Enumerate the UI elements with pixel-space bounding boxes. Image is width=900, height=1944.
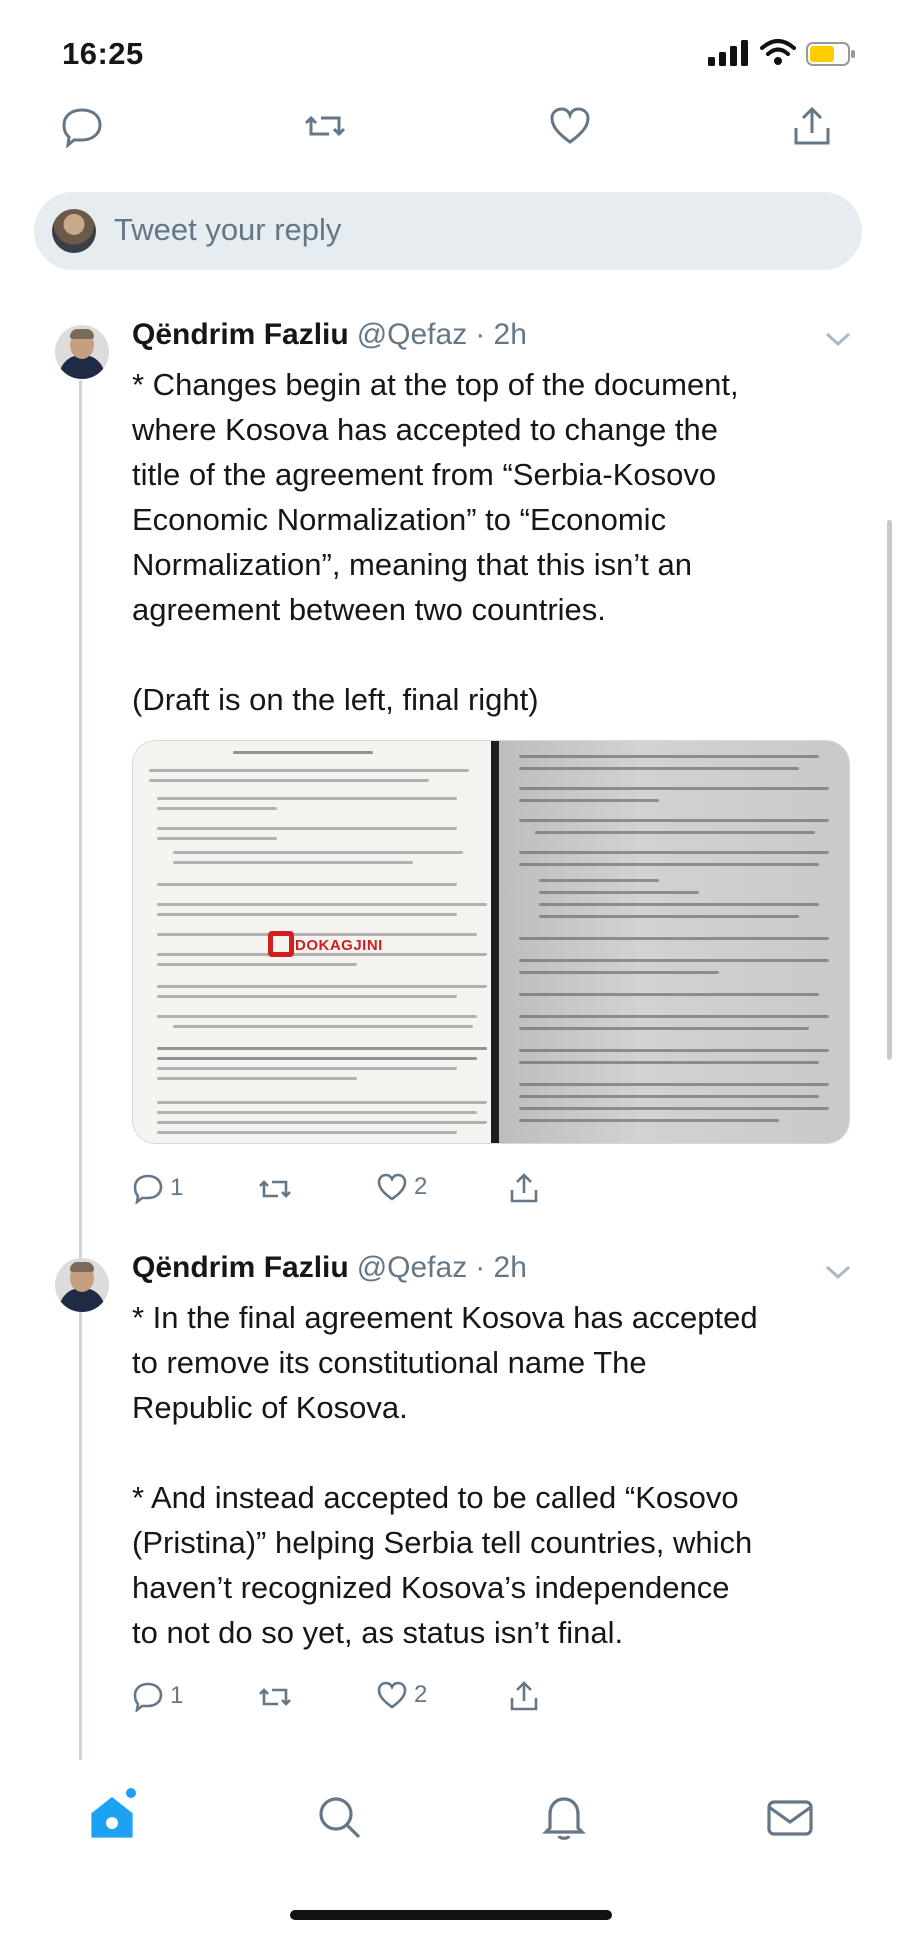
like-heart-icon: [377, 1173, 407, 1201]
retweet-icon[interactable]: [303, 104, 347, 148]
like-heart-icon: [377, 1681, 407, 1709]
notifications-bell-icon[interactable]: [542, 1792, 586, 1842]
tweet-media-image[interactable]: DOKAGJINI: [132, 740, 850, 1144]
cellular-signal-icon: [708, 40, 748, 66]
thread-connector-line: [79, 380, 82, 1760]
home-icon[interactable]: [88, 1794, 136, 1840]
author-name[interactable]: Qëndrim Fazliu: [132, 318, 349, 352]
watermark-logo-icon: [268, 931, 294, 957]
share-icon[interactable]: [790, 104, 834, 148]
reply-action[interactable]: 1: [132, 1172, 183, 1204]
author-handle[interactable]: @Qefaz: [357, 1251, 468, 1285]
reply-action[interactable]: 1: [132, 1680, 183, 1712]
final-document: [499, 741, 849, 1143]
reply-input-placeholder[interactable]: Tweet your reply: [114, 212, 341, 248]
share-icon[interactable]: [508, 1680, 540, 1712]
watermark-text: DOKAGJINI: [295, 937, 383, 954]
wifi-icon: [760, 39, 796, 65]
draft-document: DOKAGJINI: [133, 741, 495, 1143]
retweet-icon[interactable]: [258, 1174, 292, 1204]
own-avatar: [52, 209, 96, 253]
share-icon[interactable]: [508, 1172, 540, 1204]
notification-dot: [126, 1788, 136, 1798]
status-time: 16:25: [62, 36, 144, 71]
tweet-header: Qëndrim Fazliu @Qefaz · 2h: [132, 1251, 527, 1285]
chevron-down-icon[interactable]: [824, 1263, 852, 1281]
author-name[interactable]: Qëndrim Fazliu: [132, 1251, 349, 1285]
search-icon[interactable]: [316, 1794, 362, 1840]
tweet-text: * Changes begin at the top of the docume…: [132, 367, 739, 717]
battery-icon: [806, 42, 855, 66]
tweet-header: Qëndrim Fazliu @Qefaz · 2h: [132, 318, 527, 352]
like-heart-icon[interactable]: [548, 104, 592, 148]
like-action[interactable]: 2: [376, 1680, 427, 1710]
author-avatar[interactable]: [55, 325, 109, 379]
like-count: 2: [414, 1681, 428, 1708]
messages-envelope-icon[interactable]: [766, 1798, 814, 1838]
author-handle[interactable]: @Qefaz: [357, 318, 468, 352]
author-avatar[interactable]: [55, 1258, 109, 1312]
retweet-icon[interactable]: [258, 1682, 292, 1712]
like-count: 2: [414, 1173, 428, 1200]
like-action[interactable]: 2: [376, 1172, 427, 1202]
tweet-time: · 2h: [475, 318, 527, 351]
reply-icon: [133, 1682, 163, 1712]
reply-icon: [133, 1174, 163, 1204]
home-indicator: [290, 1910, 612, 1920]
tweet-text: * In the final agreement Kosova has acce…: [132, 1300, 758, 1650]
reply-icon[interactable]: [60, 104, 104, 148]
chevron-down-icon[interactable]: [824, 330, 852, 348]
scrollbar[interactable]: [887, 520, 892, 1060]
tweet-time: · 2h: [475, 1251, 527, 1284]
reply-count: 1: [170, 1682, 184, 1709]
reply-count: 1: [170, 1174, 184, 1201]
